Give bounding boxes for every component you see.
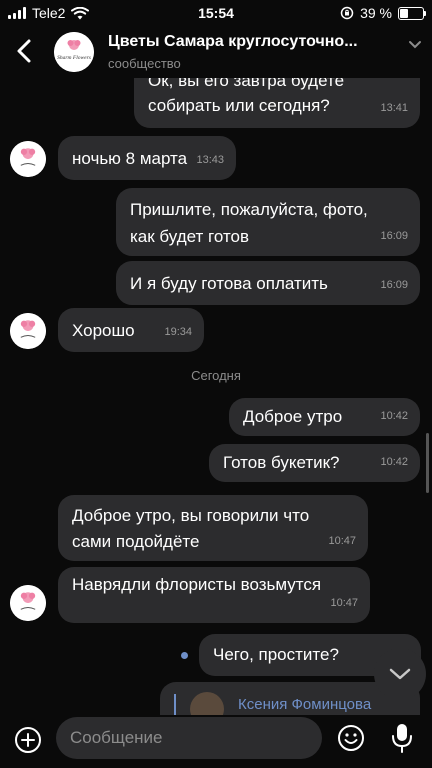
message-time: 10:42 (380, 410, 408, 422)
community-avatar[interactable]: Sharm Flowers (54, 32, 94, 72)
date-separator: Сегодня (191, 368, 241, 383)
message-bubble-outgoing[interactable]: Пришлите, пожалуйста, фото, как будет го… (116, 188, 420, 256)
message-bubble-outgoing[interactable]: Доброе утро 10:42 (229, 398, 420, 436)
message-bubble-outgoing[interactable]: Ок, вы его завтра будете собирать или се… (134, 78, 420, 128)
orientation-lock-icon (340, 6, 354, 20)
chevron-down-icon[interactable] (408, 38, 422, 52)
add-attachment-icon[interactable] (14, 726, 42, 754)
reply-accent-bar (174, 694, 176, 715)
flower-logo-icon: Sharm Flowers (54, 32, 94, 72)
status-bar: Tele2 15:54 39 % (0, 0, 432, 26)
message-bubble-incoming[interactable]: Хорошо 19:34 (58, 308, 204, 352)
message-text: Готов букетик? (223, 453, 340, 472)
chat-subtitle: сообщество (108, 56, 181, 71)
message-text: Чего, простите? (213, 645, 339, 664)
status-right: 39 % (340, 5, 426, 21)
unread-dot (181, 652, 188, 659)
flower-logo-icon (10, 585, 46, 621)
battery-fill (400, 8, 408, 18)
message-bubble-outgoing[interactable]: Готов букетик? 10:42 (209, 444, 420, 482)
message-time: 16:09 (380, 230, 408, 242)
message-time: 16:09 (380, 279, 408, 291)
flower-logo-icon (10, 313, 46, 349)
message-text: собирать или сегодня? (148, 96, 330, 115)
message-bubble-incoming[interactable]: Наврядли флористы возьмутся 10:47 (58, 567, 370, 623)
message-text: Ок, вы его завтра будете (148, 78, 345, 90)
message-text: Доброе утро (243, 407, 343, 426)
message-time: 13:41 (380, 102, 408, 114)
user-avatar[interactable] (190, 692, 224, 715)
message-time: 10:47 (330, 597, 358, 609)
back-icon[interactable] (10, 36, 40, 66)
message-text: И я буду готова оплатить (130, 274, 328, 293)
message-text: ночью 8 марта (72, 149, 188, 168)
message-bubble-incoming[interactable]: ночью 8 марта 13:43 (58, 136, 236, 180)
message-time: 10:47 (328, 535, 356, 547)
chat-header: Sharm Flowers Цветы Самара круглосуточно… (0, 26, 432, 78)
chat-title[interactable]: Цветы Самара круглосуточно... (108, 33, 358, 51)
reply-author-name[interactable]: Ксения Фоминцова (238, 696, 371, 713)
message-bubble-outgoing[interactable]: И я буду готова оплатить 16:09 (116, 261, 420, 305)
battery-percent: 39 % (360, 5, 392, 21)
scrollbar[interactable] (426, 433, 429, 493)
message-text: как будет готов (130, 227, 250, 246)
flower-logo-icon (10, 141, 46, 177)
battery-icon (398, 6, 426, 20)
message-text: Хорошо (72, 321, 135, 340)
message-list[interactable]: Ок, вы его завтра будете собирать или се… (0, 78, 432, 715)
logo-text: Sharm Flowers (57, 55, 91, 61)
chevron-down-icon (389, 668, 411, 680)
message-input[interactable] (56, 717, 322, 759)
message-text: Доброе утро, вы говорили что (72, 506, 310, 525)
message-time: 19:34 (164, 326, 192, 338)
scroll-down-button[interactable] (374, 648, 426, 700)
message-time: 10:42 (380, 456, 408, 468)
message-text: сами подойдёте (72, 532, 200, 551)
message-text: Пришлите, пожалуйста, фото, (130, 200, 368, 219)
message-text: Наврядли флористы возьмутся (72, 575, 322, 594)
sender-avatar[interactable] (10, 313, 46, 349)
message-bubble-incoming[interactable]: Доброе утро, вы говорили что сами подойд… (58, 495, 368, 561)
sender-avatar[interactable] (10, 141, 46, 177)
sender-avatar[interactable] (10, 585, 46, 621)
microphone-icon[interactable] (390, 722, 414, 754)
emoji-icon[interactable] (337, 724, 365, 752)
composer-bar (0, 715, 432, 768)
message-time: 13:43 (196, 154, 224, 166)
